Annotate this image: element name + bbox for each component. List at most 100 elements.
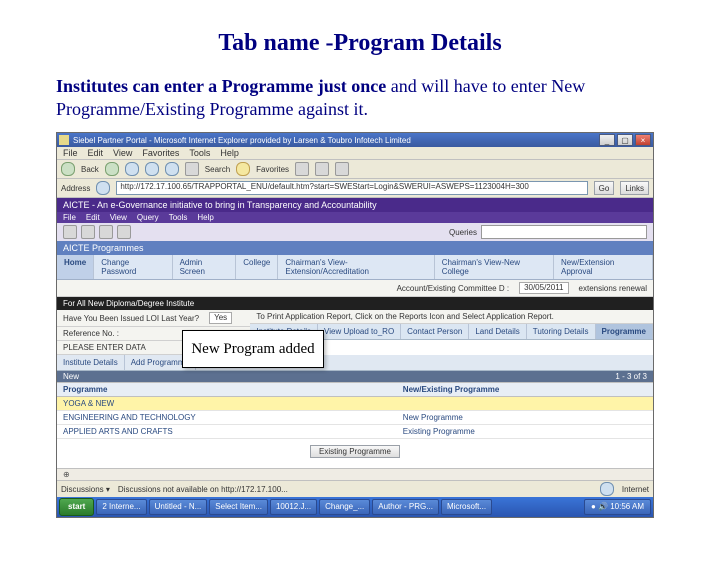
app-menubar: File Edit View Query Tools Help [57,212,653,223]
queries-input[interactable] [481,225,647,239]
callout-text: New Program added [191,341,314,358]
pager-bar: New 1 - 3 of 3 [57,371,653,382]
reference-label: Reference No. : [63,329,119,338]
system-tray[interactable]: ● 🔊 10:56 AM [584,499,651,515]
grid-row-1[interactable]: YOGA & NEW [57,397,653,411]
task-item-1[interactable]: 2 Interne... [96,499,146,515]
committee-right-text: extensions renewal [579,284,647,293]
ie-titlebar: Siebel Partner Portal - Microsoft Intern… [57,133,653,147]
app-menu-help[interactable]: Help [197,213,213,222]
app-menu-file[interactable]: File [63,213,76,222]
tab-change-password[interactable]: Change Password [94,255,172,279]
pager-new-button[interactable]: New [63,372,79,381]
stop-icon[interactable] [125,162,139,176]
btab-contact-person[interactable]: Contact Person [401,324,469,339]
tab-home[interactable]: Home [57,255,94,279]
bottom-tabs-left: Institute Details Add Programme [57,355,653,371]
task-item-5[interactable]: Change_... [319,499,370,515]
home-icon[interactable] [165,162,179,176]
address-label: Address [61,184,90,193]
loi-label: Have You Been Issued LOI Last Year? [63,314,199,323]
maximize-button[interactable]: ▢ [617,134,633,146]
globe-icon [600,482,614,496]
history-icon[interactable] [295,162,309,176]
ie-menubar: File Edit View Favorites Tools Help [57,147,653,160]
go-button[interactable]: Go [594,181,615,195]
grid-header-newexisting[interactable]: New/Existing Programme [397,383,653,396]
existing-programme-button[interactable]: Existing Programme [310,445,400,458]
form-strip-2: Have You Been Issued LOI Last Year? Yes [57,310,250,327]
grid-row-1-newexisting [397,397,653,410]
print-icon[interactable] [335,162,349,176]
ie-status-bar: Discussions ▾ Discussions not available … [57,480,653,497]
pager-count: 1 - 3 of 3 [615,372,647,381]
address-input[interactable]: http://172.17.100.65/TRAPPORTAL_ENU/defa… [116,181,587,195]
ie-status-discussions[interactable]: Discussions ▾ [61,485,110,494]
print-report-hint: To Print Application Report, Click on th… [256,312,554,321]
tab-chairman-newcollege[interactable]: Chairman's View-New College [435,255,554,279]
committee-date-value: 30/05/2011 [519,282,568,294]
tab-college[interactable]: College [236,255,278,279]
btab-institute-details-2[interactable]: Institute Details [57,355,125,370]
app-menu-tools[interactable]: Tools [169,213,188,222]
favorites-label[interactable]: Favorites [256,165,289,174]
app-menu-edit[interactable]: Edit [86,213,100,222]
callout-new-program-added: New Program added [182,330,324,368]
links-button[interactable]: Links [620,181,649,195]
task-item-4[interactable]: 10012.J... [270,499,317,515]
app-icon-3[interactable] [99,225,113,239]
minimize-button[interactable]: _ [599,134,615,146]
tab-chairman-extension[interactable]: Chairman's View-Extension/Accreditation [278,255,434,279]
btab-view-upload[interactable]: View Upload to_RO [318,324,401,339]
ie-window: Siebel Partner Portal - Microsoft Intern… [56,132,654,518]
btab-tutoring-details[interactable]: Tutoring Details [527,324,596,339]
task-item-6[interactable]: Author - PRG... [372,499,439,515]
refresh-icon[interactable] [145,162,159,176]
slide-body-bold: Institutes can enter a Programme just on… [56,76,386,96]
app-icon-2[interactable] [81,225,95,239]
close-button[interactable]: × [635,134,651,146]
btab-programme[interactable]: Programme [596,324,653,339]
ie-menu-edit[interactable]: Edit [88,148,104,158]
grid-row-2-newexisting: New Programme [397,411,653,424]
grid-header: Programme New/Existing Programme [57,382,653,397]
ie-address-bar: Address http://172.17.100.65/TRAPPORTAL_… [57,179,653,198]
ie-menu-help[interactable]: Help [220,148,239,158]
app-main-area: AICTE Programmes Home Change Password Ad… [57,241,653,468]
page-icon [96,181,110,195]
task-item-7[interactable]: Microsoft... [441,499,492,515]
start-button[interactable]: start [59,498,94,516]
favorites-icon[interactable] [236,162,250,176]
back-icon[interactable] [61,162,75,176]
ie-toolbar: Back Search Favorites [57,160,653,179]
ie-menu-tools[interactable]: Tools [189,148,210,158]
app-menu-query[interactable]: Query [137,213,159,222]
grid-row-2[interactable]: ENGINEERING AND TECHNOLOGY New Programme [57,411,653,425]
tab-new-extension-approval[interactable]: New/Extension Approval [554,255,653,279]
tab-admin-screen[interactable]: Admin Screen [173,255,237,279]
top-tabs: Home Change Password Admin Screen Colleg… [57,255,653,280]
queries-label: Queries [449,228,477,237]
window-controls: _ ▢ × [599,134,651,146]
app-icon-4[interactable] [117,225,131,239]
committee-label: Account/Existing Committee D : [397,284,509,293]
app-menu-view[interactable]: View [110,213,127,222]
grid-row-3[interactable]: APPLIED ARTS AND CRAFTS Existing Program… [57,425,653,439]
btab-land-details[interactable]: Land Details [469,324,526,339]
ie-menu-favorites[interactable]: Favorites [142,148,179,158]
mail-icon[interactable] [315,162,329,176]
back-label[interactable]: Back [81,165,99,174]
app-query-bar: Queries [57,223,653,241]
search-label[interactable]: Search [205,165,230,174]
grid-header-programme[interactable]: Programme [57,383,397,396]
forward-icon[interactable] [105,162,119,176]
ie-window-title: Siebel Partner Portal - Microsoft Intern… [73,136,411,145]
task-item-2[interactable]: Untitled - N... [149,499,208,515]
search-icon[interactable] [185,162,199,176]
ie-menu-view[interactable]: View [113,148,132,158]
app-icon-1[interactable] [63,225,77,239]
black-instruction-bar: For All New Diploma/Degree Institute [57,297,653,310]
ie-menu-file[interactable]: File [63,148,78,158]
center-button-row: Existing Programme [57,439,653,468]
task-item-3[interactable]: Select Item... [209,499,268,515]
